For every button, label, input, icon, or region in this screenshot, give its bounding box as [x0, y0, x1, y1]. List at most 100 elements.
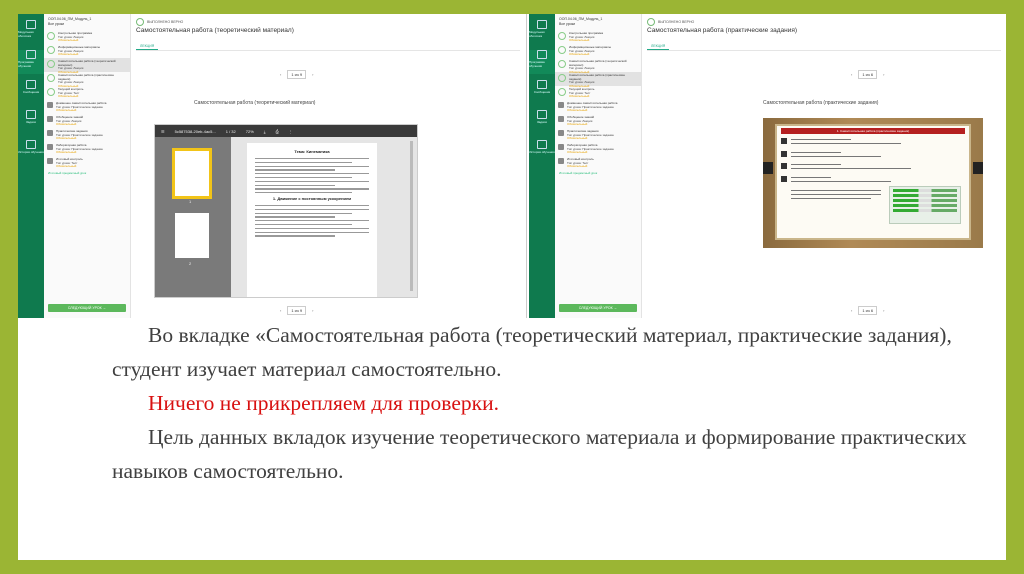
rail-item[interactable]: История обучения [18, 140, 44, 164]
rail-label: Сообщения [533, 90, 551, 94]
lesson-item[interactable]: Самостоятельная работа (теоретический ма… [44, 58, 130, 73]
page-thumbnail[interactable] [175, 213, 209, 258]
rail-label: Сообщения [22, 90, 40, 94]
menu-icon[interactable]: ☰ [161, 129, 165, 134]
rail-item[interactable]: История обучения [529, 140, 555, 164]
next-lesson-button[interactable]: СЛЕДУЮЩИЙ УРОК → [559, 304, 637, 312]
print-icon[interactable]: ⎙ [276, 129, 279, 134]
check-circle-icon [47, 74, 55, 82]
check-circle-icon [558, 88, 566, 96]
rail-item[interactable]: Задачи [529, 110, 555, 134]
lock-icon [47, 144, 53, 150]
rail-item[interactable]: Задачи [18, 110, 44, 134]
chevron-right-icon[interactable]: › [883, 72, 884, 77]
pager-top: ‹ 1 из 6 › [851, 70, 884, 79]
chevron-left-icon[interactable]: ‹ [280, 308, 281, 313]
lesson-text: Текущий контроль Тип урока: Тест Обязатель… [569, 87, 594, 99]
thumbnail-label: 1 [189, 199, 192, 204]
all-lessons-link[interactable]: Все уроки [559, 22, 637, 27]
lesson-status: Обязательный [56, 122, 77, 127]
final-lesson-link[interactable]: Итоговый предметный урок [44, 170, 130, 176]
page-title: Самостоятельная работа (теоретический ма… [136, 27, 294, 34]
check-circle-icon [647, 18, 655, 26]
task-board: 1. Самостоятельная работа (практические … [775, 124, 971, 240]
download-icon[interactable]: ⤓ [264, 129, 266, 134]
scrollbar[interactable] [410, 141, 413, 291]
lesson-status: Обязательный [567, 108, 588, 113]
lesson-item[interactable]: Практические задания Тип урока: Практичес… [44, 128, 130, 142]
lesson-status: Обязательный [569, 52, 590, 57]
lesson-item[interactable]: Итоговый контроль Тип урока: Тест Обязател… [44, 156, 130, 170]
lesson-item[interactable]: Обобщение знаний Тип урока: Лекция Обязате… [555, 114, 641, 128]
page-counter[interactable]: 1 из 6 [858, 70, 878, 79]
pdf-filename: 5c587538-20eb-4ac5... [174, 128, 216, 134]
lesson-item[interactable]: Самостоятельная работа (практические зад… [555, 72, 641, 87]
frame-bar-left [763, 162, 773, 174]
status-badge: ВЫПОЛНЕНО ВЕРНО [136, 18, 183, 26]
lesson-item[interactable]: Информационные материалы Тип урока: Лекци… [44, 44, 130, 58]
rail-label: История обучения [529, 150, 555, 154]
tab-lecture[interactable]: ЛЕКЦИЯ [647, 43, 670, 50]
rail-item[interactable]: Программа обучения [18, 50, 44, 74]
check-circle-icon [47, 88, 55, 96]
rail-item[interactable]: Сообщения [529, 80, 555, 104]
lesson-item[interactable]: Информационные материалы Тип урока: Лекци… [555, 44, 641, 58]
rail-icon [537, 80, 547, 89]
chevron-left-icon[interactable]: ‹ [851, 308, 852, 313]
lesson-item[interactable]: Обобщение знаний Тип урока: Лекция Обязате… [44, 114, 130, 128]
page-counter[interactable]: 1 из 9 [287, 306, 307, 315]
rail-item[interactable]: Сообщения [18, 80, 44, 104]
lesson-status: Обязательный [58, 38, 79, 43]
chevron-left-icon[interactable]: ‹ [280, 72, 281, 77]
lesson-item[interactable]: Лабораторная работа Тип урока: Практическ… [44, 142, 130, 156]
lesson-status: Обязательный [567, 136, 588, 141]
lesson-item[interactable]: Домашнее самостоятельная работа Тип урока… [555, 100, 641, 114]
chevron-right-icon[interactable]: › [312, 72, 313, 77]
lock-icon [558, 102, 564, 108]
page-counter[interactable]: 1 из 6 [858, 306, 878, 315]
check-circle-icon [47, 32, 55, 40]
tab-lecture[interactable]: ЛЕКЦИЯ [136, 43, 159, 50]
page-counter[interactable]: 1 из 9 [287, 70, 307, 79]
rail-label: Модульная оболочка [18, 30, 34, 38]
chevron-left-icon[interactable]: ‹ [851, 72, 852, 77]
final-lesson-link[interactable]: Итоговый предметный урок [555, 170, 641, 176]
lock-icon [47, 116, 53, 122]
page-thumbnail[interactable] [172, 148, 212, 199]
lesson-item[interactable]: Домашнее самостоятельная работа Тип урока… [44, 100, 130, 114]
rail-item[interactable]: Модульная оболочка [18, 20, 44, 44]
lesson-text: Самостоятельная работа (теоретический ма… [569, 59, 638, 73]
chevron-right-icon[interactable]: › [312, 308, 313, 313]
lesson-text: Итоговый контроль Тип урока: Тест Обязател… [567, 157, 594, 168]
all-lessons-link[interactable]: Все уроки [48, 22, 126, 27]
lesson-item[interactable]: Контрольная программа Тип урока: Лекция Об… [44, 30, 130, 44]
chevron-right-icon[interactable]: › [883, 308, 884, 313]
lesson-status: Обязательный [567, 150, 588, 155]
lesson-item[interactable]: Контрольная программа Тип урока: Лекция Об… [555, 30, 641, 44]
lesson-item[interactable]: Итоговый контроль Тип урока: Тест Обязател… [555, 156, 641, 170]
pdf-page-indicator[interactable]: 1 / 32 [226, 129, 236, 134]
task-image: 1. Самостоятельная работа (практические … [763, 118, 983, 248]
check-circle-icon [47, 60, 55, 68]
rail-label: Программа обучения [18, 60, 34, 68]
rail-item[interactable]: Программа обучения [529, 50, 555, 74]
pdf-page: Тема: Кинематика 1. Движение с постоянны… [247, 143, 377, 297]
section-heading: 1. Движение с постоянным ускорением [272, 195, 352, 201]
course-header: ООП.04.06_ПМ_Модуль_1 Все уроки [555, 14, 641, 30]
zoom-level[interactable]: 72% [246, 129, 254, 134]
next-lesson-button[interactable]: СЛЕДУЮЩИЙ УРОК → [48, 304, 126, 312]
lesson-item[interactable]: Лабораторная работа Тип урока: Практическ… [555, 142, 641, 156]
rail-label: Задачи [25, 120, 37, 124]
lesson-status: Обязательный [56, 108, 77, 113]
lesson-item[interactable]: Практические задания Тип урока: Практичес… [555, 128, 641, 142]
more-icon[interactable]: ⋮ [289, 129, 293, 134]
pager-bottom: ‹ 1 из 6 › [851, 306, 884, 315]
rail-item[interactable]: Модульная оболочка [529, 20, 555, 44]
lesson-status: Обязательный [569, 94, 590, 99]
task-image-header: 1. Самостоятельная работа (практические … [781, 128, 965, 134]
lesson-item[interactable]: Самостоятельная работа (практические зад… [44, 72, 130, 87]
lesson-item[interactable]: Самостоятельная работа (теоретический ма… [555, 58, 641, 73]
content-title: Самостоятельная работа (практические зад… [763, 100, 879, 106]
status-text: ВЫПОЛНЕНО ВЕРНО [147, 20, 184, 24]
lesson-text: Лабораторная работа Тип урока: Практическ… [56, 143, 103, 154]
